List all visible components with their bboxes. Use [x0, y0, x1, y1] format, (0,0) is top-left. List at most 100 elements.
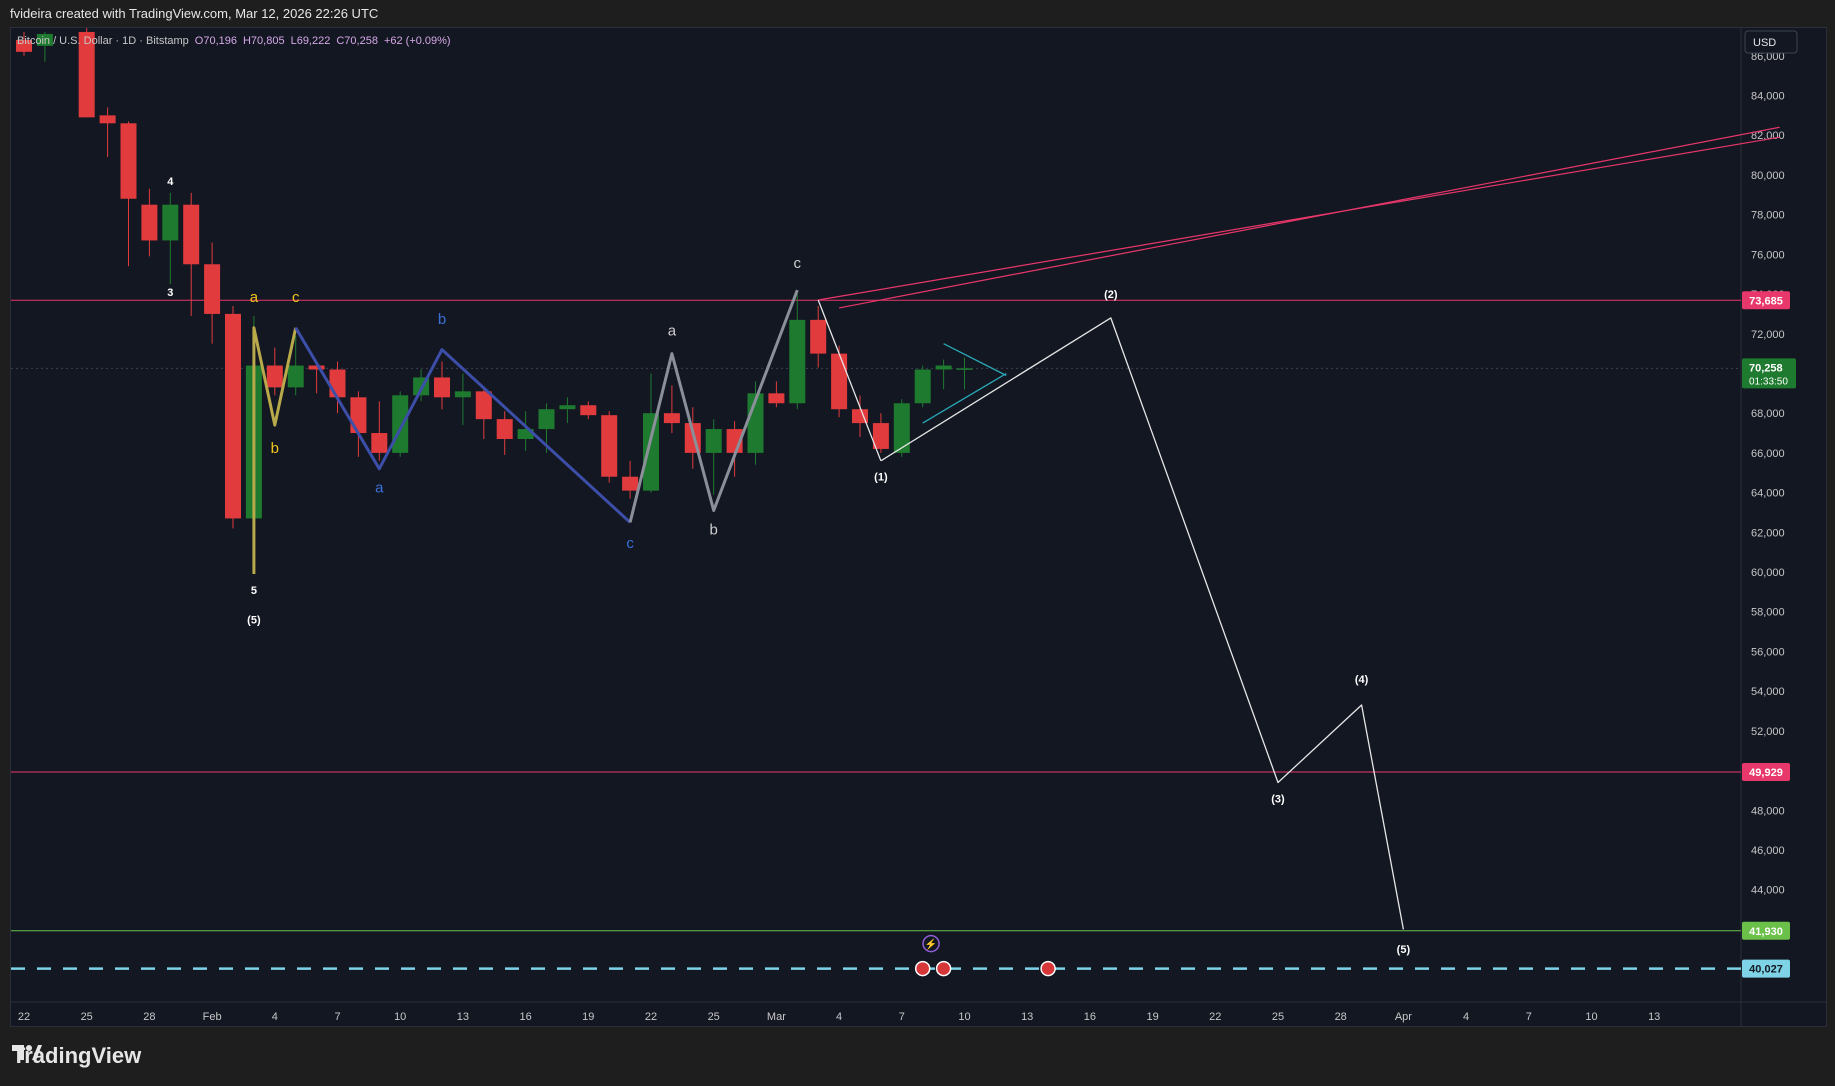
price-tick-label: 44,000 — [1751, 885, 1785, 897]
candle-body[interactable] — [308, 365, 325, 370]
time-tick-label: 7 — [1526, 1011, 1532, 1023]
level-badge-label: 40,027 — [1749, 964, 1783, 976]
price-tick-label: 62,000 — [1751, 527, 1785, 539]
price-tick-label: 58,000 — [1751, 607, 1785, 619]
level-badge-label: 73,685 — [1749, 295, 1783, 307]
candle-body[interactable] — [705, 429, 722, 453]
candle-body[interactable] — [225, 313, 241, 519]
wave-label: (3) — [1271, 793, 1285, 805]
price-tick-label: 68,000 — [1751, 408, 1785, 420]
time-tick-label: 4 — [1463, 1011, 1469, 1023]
candle-body[interactable] — [622, 476, 639, 491]
candle-body[interactable] — [162, 204, 179, 241]
wave-label: b — [271, 440, 279, 457]
candle-body[interactable] — [287, 365, 304, 388]
candle-body[interactable] — [663, 413, 680, 424]
time-tick-label: 7 — [334, 1011, 340, 1023]
time-tick-label: 25 — [708, 1011, 720, 1023]
time-tick-label: 10 — [1585, 1011, 1597, 1023]
candle-body[interactable] — [601, 415, 618, 477]
time-tick-label: 16 — [1084, 1011, 1096, 1023]
candle-body[interactable] — [768, 393, 785, 404]
time-tick-label: 13 — [457, 1011, 469, 1023]
candle-body[interactable] — [559, 405, 576, 410]
level-badge-label: 49,929 — [1749, 767, 1783, 779]
time-tick-label: 22 — [18, 1011, 30, 1023]
candle-body[interactable] — [956, 368, 973, 370]
candle-body[interactable] — [392, 395, 409, 453]
chart-panel[interactable]: 44,00046,00048,00050,00052,00054,00056,0… — [10, 27, 1827, 1027]
time-tick-label: 28 — [143, 1011, 155, 1023]
price-tick-label: 54,000 — [1751, 686, 1785, 698]
legend-low: L69,222 — [291, 35, 331, 47]
candle-body[interactable] — [810, 319, 827, 354]
candle-body[interactable] — [789, 319, 806, 404]
price-tick-label: 56,000 — [1751, 646, 1785, 658]
time-tick-label: 19 — [582, 1011, 594, 1023]
wave-label: 5 — [251, 585, 257, 597]
wave-label: c — [794, 255, 802, 272]
countdown-label: 01:33:50 — [1749, 376, 1788, 387]
time-tick-label: 10 — [394, 1011, 406, 1023]
price-tick-label: 46,000 — [1751, 845, 1785, 857]
time-tick-label: Apr — [1395, 1011, 1412, 1023]
legend-change: +62 (+0.09%) — [384, 35, 451, 47]
time-tick-label: Feb — [203, 1011, 222, 1023]
candle-body[interactable] — [350, 397, 367, 434]
candle-body[interactable] — [120, 123, 137, 199]
candle-body[interactable] — [266, 365, 283, 388]
wave-label: a — [375, 480, 384, 497]
currency-label: USD — [1753, 37, 1776, 49]
lightning-glyph: ⚡ — [925, 938, 937, 951]
us-flag-event-icon[interactable] — [935, 960, 952, 977]
candle-body[interactable] — [935, 365, 952, 370]
candle-body[interactable] — [371, 433, 388, 453]
candle-body[interactable] — [141, 204, 158, 241]
candle-body[interactable] — [496, 419, 513, 439]
candle-body[interactable] — [580, 405, 597, 416]
legend-open: O70,196 — [195, 35, 237, 47]
current-price-label: 70,258 — [1749, 362, 1783, 374]
candle-body[interactable] — [204, 264, 221, 314]
price-tick-label: 84,000 — [1751, 91, 1785, 103]
time-tick-label: 19 — [1146, 1011, 1158, 1023]
wave-label: (1) — [874, 472, 888, 484]
candle-body[interactable] — [831, 353, 848, 410]
price-tick-label: 76,000 — [1751, 249, 1785, 261]
wave-label: (5) — [247, 615, 261, 627]
price-tick-label: 64,000 — [1751, 488, 1785, 500]
candle-body[interactable] — [434, 377, 450, 398]
legend-title: Bitcoin / U.S. Dollar · 1D · Bitstamp — [17, 35, 189, 47]
time-tick-label: 16 — [519, 1011, 531, 1023]
wave-label: a — [668, 323, 677, 340]
chart-credit: fvideira created with TradingView.com, M… — [10, 6, 379, 21]
us-flag-event-icon[interactable] — [1040, 960, 1056, 977]
legend-close: C70,258 — [336, 35, 378, 47]
wave-label: b — [438, 311, 446, 328]
candle-body[interactable] — [893, 403, 910, 453]
time-tick-label: Mar — [767, 1011, 786, 1023]
candle-body[interactable] — [538, 409, 555, 430]
price-tick-label: 60,000 — [1751, 567, 1785, 579]
time-tick-label: 22 — [645, 1011, 657, 1023]
level-badge-label: 41,930 — [1749, 926, 1783, 938]
candle-body[interactable] — [99, 115, 116, 124]
wave-label: (4) — [1355, 674, 1369, 686]
candle-body[interactable] — [329, 369, 346, 398]
candle-body[interactable] — [183, 204, 200, 265]
legend-high: H70,805 — [243, 35, 285, 47]
us-flag-event-icon[interactable] — [914, 960, 931, 977]
time-tick-label: 13 — [1648, 1011, 1660, 1023]
candle-body[interactable] — [475, 391, 492, 420]
time-tick-label: 4 — [836, 1011, 842, 1023]
candle-body[interactable] — [454, 391, 471, 398]
symbol-legend: Bitcoin / U.S. Dollar · 1D · Bitstamp O70… — [17, 35, 451, 47]
candle-body[interactable] — [914, 369, 931, 404]
candlestick-chart[interactable]: 44,00046,00048,00050,00052,00054,00056,0… — [11, 28, 1826, 1026]
price-tick-label: 78,000 — [1751, 210, 1785, 222]
time-tick-label: 25 — [1272, 1011, 1284, 1023]
wave-label: 3 — [167, 287, 173, 299]
wave-label: (5) — [1397, 944, 1411, 956]
candle-body[interactable] — [643, 413, 659, 491]
price-tick-label: 48,000 — [1751, 805, 1785, 817]
